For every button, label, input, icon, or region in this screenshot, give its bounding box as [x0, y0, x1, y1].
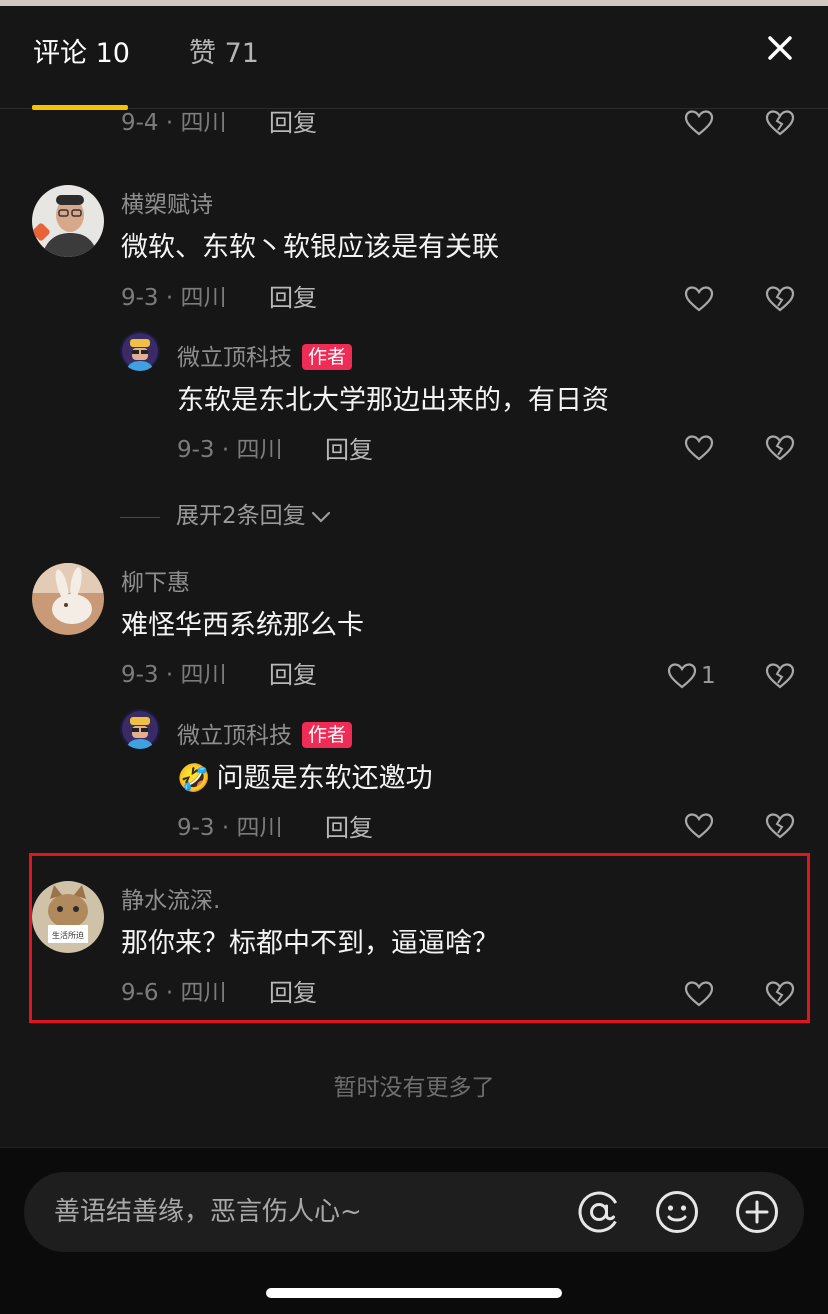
tab-likes[interactable]: 赞 71: [189, 36, 259, 72]
heart-icon[interactable]: [684, 812, 714, 840]
heart-icon[interactable]: [684, 285, 714, 313]
reply-button[interactable]: 回复: [325, 435, 373, 465]
avatar[interactable]: 生活所迫: [32, 881, 104, 953]
no-more-text: 暂时没有更多了: [333, 1075, 495, 1101]
reply-meta: 9-3 · 四川: [177, 437, 283, 463]
comment-text: 那你来？标都中不到，逼逼啥？: [121, 928, 499, 959]
broken-heart-icon[interactable]: [765, 812, 795, 840]
reply-button[interactable]: 回复: [269, 978, 317, 1008]
at-icon[interactable]: [576, 1189, 622, 1235]
comments-sheet: 评论 10 赞 71 9-4 · 四川 回复 横槊赋诗 微软、东软丶软银应该是有…: [0, 6, 828, 1314]
heart-icon[interactable]: [667, 662, 697, 690]
comment-meta: 9-4 · 四川: [121, 110, 227, 136]
avatar[interactable]: [120, 709, 160, 749]
reply-button[interactable]: 回复: [325, 813, 373, 843]
broken-heart-icon[interactable]: [765, 109, 795, 137]
heart-icon[interactable]: [684, 109, 714, 137]
reply-button[interactable]: 回复: [269, 660, 317, 690]
comment-tabs: 评论 10 赞 71: [0, 6, 828, 110]
username-text[interactable]: 微立顶科技: [177, 345, 292, 371]
reply-text-body: 问题是东软还邀功: [216, 763, 433, 794]
reply-text: 🤣 问题是东软还邀功: [177, 761, 433, 797]
reply-button[interactable]: 回复: [269, 108, 317, 138]
broken-heart-icon[interactable]: [765, 285, 795, 313]
laughing-emoji: 🤣: [177, 763, 211, 794]
comment-input-placeholder[interactable]: 善语结善缘，恶言伤人心~: [54, 1194, 362, 1230]
tab-comments[interactable]: 评论 10: [33, 36, 130, 72]
expand-replies-button[interactable]: 展开2条回复: [176, 501, 332, 531]
comment-input-bar: 善语结善缘，恶言伤人心~: [0, 1147, 828, 1314]
close-icon[interactable]: [762, 30, 798, 66]
comment-username[interactable]: 柳下惠: [121, 568, 190, 598]
comment-username[interactable]: 静水流深.: [121, 886, 220, 916]
comment-text: 微软、东软丶软银应该是有关联: [121, 232, 499, 263]
comment-meta: 9-6 · 四川: [121, 980, 227, 1006]
chevron-down-icon[interactable]: [310, 510, 332, 524]
heart-icon[interactable]: [684, 434, 714, 462]
avatar[interactable]: [32, 185, 104, 257]
reply-meta: 9-3 · 四川: [177, 815, 283, 841]
expand-replies-label[interactable]: 展开2条回复: [176, 503, 306, 529]
comment-username[interactable]: 横槊赋诗: [121, 190, 213, 220]
avatar[interactable]: [32, 563, 104, 635]
reply-text: 东软是东北大学那边出来的，有日资: [177, 385, 609, 416]
active-tab-indicator: [32, 105, 128, 110]
reply-button[interactable]: 回复: [269, 283, 317, 313]
like-count: 1: [701, 663, 716, 689]
comment-meta: 9-3 · 四川: [121, 285, 227, 311]
comment-meta: 9-3 · 四川: [121, 662, 227, 688]
comment-text: 难怪华西系统那么卡: [121, 610, 364, 641]
expand-divider: [120, 517, 160, 518]
reply-username[interactable]: 微立顶科技 作者: [177, 721, 353, 751]
home-indicator[interactable]: [266, 1288, 562, 1298]
broken-heart-icon[interactable]: [765, 980, 795, 1008]
plus-icon[interactable]: [734, 1189, 780, 1235]
author-badge: 作者: [302, 722, 353, 748]
heart-icon[interactable]: [684, 980, 714, 1008]
avatar[interactable]: [120, 331, 160, 371]
author-badge: 作者: [302, 344, 353, 370]
avatar-sign-text: 生活所迫: [52, 930, 84, 940]
reply-username[interactable]: 微立顶科技 作者: [177, 343, 353, 373]
comment-input[interactable]: 善语结善缘，恶言伤人心~: [24, 1172, 804, 1252]
emoji-icon[interactable]: [654, 1189, 700, 1235]
username-text[interactable]: 微立顶科技: [177, 723, 292, 749]
broken-heart-icon[interactable]: [765, 434, 795, 462]
broken-heart-icon[interactable]: [765, 662, 795, 690]
